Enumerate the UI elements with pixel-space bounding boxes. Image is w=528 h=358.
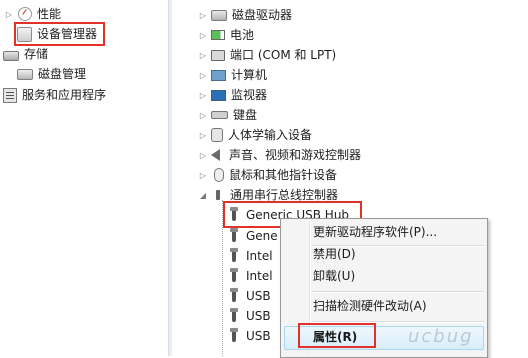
highlight-box-properties <box>298 323 376 348</box>
performance-icon <box>18 7 32 21</box>
menu-item-disable[interactable]: 禁用(D) <box>313 243 356 265</box>
tree-item-services[interactable]: 服务和应用程序 <box>0 85 106 105</box>
usb-device-label: USB <box>246 289 271 303</box>
services-icon <box>3 87 17 103</box>
tree-item-performance[interactable]: ▷ 性能 <box>4 4 61 24</box>
expand-arrow-icon[interactable]: ▷ <box>198 51 208 60</box>
tree-item-storage[interactable]: 存储 <box>0 44 48 64</box>
category-sound[interactable]: ▷ 声音、视频和游戏控制器 <box>198 145 361 165</box>
hid-icon <box>211 128 223 142</box>
category-disk-drives[interactable]: ▷ 磁盘驱动器 <box>198 5 292 25</box>
expand-arrow-icon[interactable]: ▷ <box>198 31 208 40</box>
expand-arrow-icon[interactable]: ▷ <box>4 10 14 19</box>
watermark-text: ucbug <box>408 326 474 347</box>
category-label: 键盘 <box>233 108 258 122</box>
expand-arrow-icon[interactable]: ▷ <box>198 131 208 140</box>
expand-arrow-icon[interactable]: ▷ <box>198 111 208 120</box>
category-computer[interactable]: ▷ 计算机 <box>198 65 267 85</box>
category-keyboards[interactable]: ▷ 键盘 <box>198 105 257 125</box>
disk-drive-icon <box>211 9 227 21</box>
computer-icon <box>211 69 226 81</box>
usb-device-label: USB <box>246 309 271 323</box>
tree-item-label: 性能 <box>37 7 62 21</box>
category-label: 声音、视频和游戏控制器 <box>229 148 362 162</box>
tree-item-disk-management[interactable]: 磁盘管理 <box>14 64 86 84</box>
menu-item-uninstall[interactable]: 卸载(U) <box>313 265 355 287</box>
port-icon <box>211 49 225 61</box>
menu-item-update-driver[interactable]: 更新驱动程序软件(P)... <box>313 221 437 243</box>
usb-device-label: Gene <box>246 229 278 243</box>
usb-device[interactable]: Intel <box>226 266 273 286</box>
usb-device-label: USB <box>246 329 271 343</box>
usb-device-icon <box>230 227 238 242</box>
highlight-box-device-manager <box>14 22 105 46</box>
usb-device[interactable]: Gene <box>226 226 278 246</box>
category-battery[interactable]: ▷ 电池 <box>198 25 254 45</box>
usb-device-label: Intel <box>246 249 273 263</box>
menu-separator <box>311 291 484 293</box>
usb-device[interactable]: USB <box>226 326 271 346</box>
battery-icon <box>211 30 225 40</box>
category-label: 鼠标和其他指针设备 <box>229 168 338 182</box>
usb-device-icon <box>230 267 238 282</box>
category-mice[interactable]: ▷ 鼠标和其他指针设备 <box>198 165 337 185</box>
usb-device[interactable]: Intel <box>226 246 273 266</box>
collapse-arrow-icon[interactable]: ◢ <box>198 191 208 200</box>
category-label: 计算机 <box>231 68 268 82</box>
category-label: 电池 <box>230 28 255 42</box>
disk-management-icon <box>17 68 33 80</box>
expand-arrow-icon[interactable]: ▷ <box>198 71 208 80</box>
category-label: 人体学输入设备 <box>228 128 313 142</box>
usb-device-label: Intel <box>246 269 273 283</box>
tree-item-label: 存储 <box>24 47 49 61</box>
menu-item-scan-hardware[interactable]: 扫描检测硬件改动(A) <box>313 295 427 317</box>
usb-device-icon <box>230 247 238 262</box>
category-label: 磁盘驱动器 <box>232 8 293 22</box>
keyboard-icon <box>211 111 228 119</box>
tree-item-label: 服务和应用程序 <box>22 88 107 102</box>
left-navigation-tree: ▷ 性能 设备管理器 存储 磁盘管理 服务和应用程序 <box>0 0 168 356</box>
usb-device-icon <box>230 287 238 302</box>
usb-controller-icon <box>216 190 220 200</box>
monitor-icon <box>211 89 226 101</box>
mouse-icon <box>214 168 224 182</box>
storage-icon <box>3 51 19 61</box>
category-ports[interactable]: ▷ 端口 (COM 和 LPT) <box>198 45 336 65</box>
expand-arrow-icon[interactable]: ▷ <box>198 171 208 180</box>
usb-device[interactable]: USB <box>226 286 271 306</box>
usb-device[interactable]: USB <box>226 306 271 326</box>
category-monitors[interactable]: ▷ 监视器 <box>198 85 267 105</box>
category-label: 端口 (COM 和 LPT) <box>230 48 337 62</box>
usb-device-icon <box>230 327 238 342</box>
sound-icon <box>211 149 220 161</box>
usb-device-icon <box>230 307 238 322</box>
category-hid[interactable]: ▷ 人体学输入设备 <box>198 125 312 145</box>
tree-item-label: 磁盘管理 <box>38 67 87 81</box>
category-label: 监视器 <box>231 88 268 102</box>
expand-arrow-icon[interactable]: ▷ <box>198 91 208 100</box>
expand-arrow-icon[interactable]: ▷ <box>198 11 208 20</box>
expand-arrow-icon[interactable]: ▷ <box>198 151 208 160</box>
